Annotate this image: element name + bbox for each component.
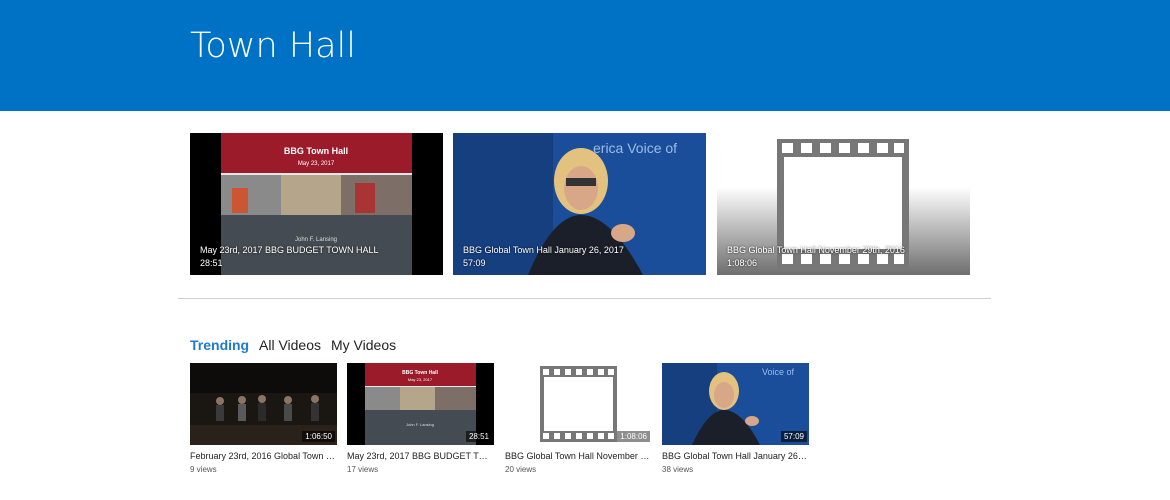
video-thumbnail: Voice of 57:09 bbox=[662, 363, 809, 445]
featured-duration-3: 1:08:06 bbox=[727, 258, 758, 268]
featured-duration-2: 57:09 bbox=[463, 258, 486, 268]
featured-video-2[interactable]: erica Voice of BBG Global Town Hall Janu… bbox=[453, 133, 706, 275]
backdrop-text: erica Voice of bbox=[593, 140, 677, 156]
featured-duration-1: 28:51 bbox=[200, 258, 223, 268]
section-divider bbox=[178, 298, 991, 299]
video-thumbnail: 1:06:50 bbox=[190, 363, 337, 445]
video-title[interactable]: BBG Global Town Hall November 29... bbox=[505, 451, 652, 461]
page-title: Town Hall bbox=[190, 26, 356, 66]
video-views: 20 views bbox=[505, 465, 537, 474]
video-duration: 1:06:50 bbox=[302, 431, 335, 442]
slide-date: May 23, 2017 bbox=[298, 161, 335, 167]
featured-video-1[interactable]: BBG Town Hall May 23, 2017 John F. Lansi… bbox=[190, 133, 443, 275]
slide-name: John F. Lansing bbox=[295, 237, 337, 243]
featured-title-3: BBG Global Town Hall November 29th, 2016 bbox=[727, 245, 905, 255]
video-card[interactable]: BBG Town Hall May 23, 2017 John F. Lansi… bbox=[347, 363, 494, 474]
slide-heading: BBG Town Hall bbox=[284, 146, 348, 156]
backdrop-text: Voice of bbox=[762, 367, 795, 377]
tab-all-videos[interactable]: All Videos bbox=[259, 337, 321, 353]
featured-title-1: May 23rd, 2017 BBG BUDGET TOWN HALL bbox=[200, 245, 379, 255]
page-header: Town Hall bbox=[0, 0, 1170, 111]
video-title[interactable]: BBG Global Town Hall January 26, 2... bbox=[662, 451, 809, 461]
video-views: 9 views bbox=[190, 465, 217, 474]
video-duration: 1:08:06 bbox=[617, 431, 650, 442]
tab-trending[interactable]: Trending bbox=[190, 337, 249, 353]
video-card[interactable]: 1:06:50 February 23rd, 2016 Global Town … bbox=[190, 363, 337, 474]
video-duration: 28:51 bbox=[465, 431, 492, 442]
slide-heading: BBG Town Hall bbox=[402, 370, 438, 376]
slide-name: John F. Lansing bbox=[406, 422, 434, 427]
featured-video-3[interactable]: BBG Global Town Hall November 29th, 2016… bbox=[717, 133, 970, 275]
video-views: 17 views bbox=[347, 465, 379, 474]
tab-my-videos[interactable]: My Videos bbox=[331, 337, 396, 353]
video-views: 38 views bbox=[662, 465, 694, 474]
video-card[interactable]: 1:08:06 BBG Global Town Hall November 29… bbox=[505, 363, 652, 474]
video-title[interactable]: May 23rd, 2017 BBG BUDGET TOW... bbox=[347, 451, 494, 461]
video-duration: 57:09 bbox=[780, 431, 807, 442]
video-thumbnail: 1:08:06 bbox=[505, 363, 652, 445]
video-title[interactable]: February 23rd, 2016 Global Town Hall bbox=[190, 451, 337, 461]
video-card[interactable]: Voice of 57:09 BBG Global Town Hall Janu… bbox=[662, 363, 809, 474]
video-thumbnail: BBG Town Hall May 23, 2017 John F. Lansi… bbox=[347, 363, 494, 445]
featured-title-2: BBG Global Town Hall January 26, 2017 bbox=[463, 245, 624, 255]
slide-date: May 23, 2017 bbox=[408, 377, 433, 382]
